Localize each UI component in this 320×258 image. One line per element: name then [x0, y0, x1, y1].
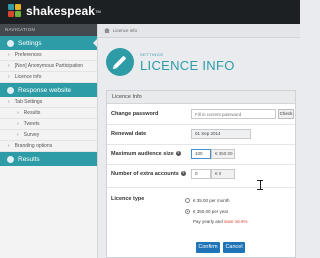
audience-size-label: Maximum audience size? — [111, 151, 181, 157]
option-per-year-label: € 350.00 per year — [193, 209, 229, 214]
active-arrow-icon — [93, 39, 97, 47]
savings-note-text: Pay yearly and — [193, 219, 225, 224]
extra-accounts-price: € 0 — [211, 169, 235, 179]
extra-accounts-label: Number of extra accounts? — [111, 171, 186, 177]
chart-icon — [7, 155, 14, 163]
mouse-cursor-icon — [257, 180, 263, 190]
gear-icon — [7, 39, 14, 47]
top-bar: shakespeak TM — [0, 0, 300, 24]
brand-logo[interactable]: shakespeak TM — [8, 4, 101, 18]
breadcrumb: Licence info — [98, 24, 300, 38]
sidebar-section-label: Response website — [18, 86, 72, 94]
sidebar-item-results[interactable]: › Results — [0, 108, 97, 119]
breadcrumb-current: Licence info — [113, 28, 138, 33]
chevron-right-icon: › — [8, 74, 10, 80]
sidebar-section-label: Settings — [18, 39, 42, 47]
savings-highlight: save 16.6% — [224, 219, 248, 224]
sidebar-item-preferences[interactable]: › Preferences — [0, 50, 97, 61]
pencil-icon — [106, 48, 134, 76]
yearly-savings-note: Pay yearly and save 16.6% — [193, 219, 248, 224]
extra-accounts-label-text: Number of extra accounts — [111, 171, 179, 177]
sidebar-item-label: [Non] Anonymous Participation — [14, 63, 84, 69]
chevron-right-icon: › — [8, 143, 10, 149]
divider — [107, 187, 295, 188]
sidebar-section-label: Results — [18, 155, 40, 163]
sidebar-section-response-website[interactable]: Response website — [0, 83, 97, 97]
change-password-label: Change password — [111, 111, 159, 117]
sidebar-item-label: Survey — [23, 132, 40, 138]
sidebar-item-tab-settings[interactable]: › Tab Settings — [0, 97, 97, 108]
chevron-right-icon: › — [8, 63, 10, 69]
divider — [107, 164, 295, 165]
sidebar-section-results[interactable]: Results — [0, 152, 97, 166]
page-title: LICENCE INFO — [140, 58, 235, 73]
sidebar-item-label: Preferences — [14, 52, 42, 58]
help-icon[interactable]: ? — [180, 171, 186, 177]
panel-title: Licence Info — [107, 91, 295, 104]
chevron-right-icon: › — [17, 132, 19, 138]
sidebar-item-label: Licence info — [14, 74, 42, 80]
sidebar-item-label: Tab Settings — [14, 99, 43, 105]
check-password-button[interactable]: Check — [278, 109, 294, 119]
sidebar-item-label: Branding options — [14, 143, 53, 149]
option-per-month-label: € 35.00 per month — [193, 198, 230, 203]
licence-info-panel: Licence Info Change password Check Renew… — [106, 90, 296, 258]
chevron-right-icon: › — [17, 110, 19, 116]
divider — [107, 144, 295, 145]
renewal-date-label: Renewal date — [111, 131, 147, 137]
licence-type-label: Licence type — [111, 196, 145, 202]
sidebar-item-survey[interactable]: › Survey — [0, 130, 97, 141]
sidebar-section-settings[interactable]: Settings — [0, 36, 97, 50]
brand-name: shakespeak — [26, 4, 96, 18]
sidebar-item-tweets[interactable]: › Tweets — [0, 119, 97, 130]
sidebar-item-anonymous-participation[interactable]: › [Non] Anonymous Participation — [0, 61, 97, 72]
divider — [107, 124, 295, 125]
logo-icon — [8, 4, 22, 18]
chevron-right-icon: › — [17, 121, 19, 127]
brand-trademark: TM — [95, 8, 101, 14]
chevron-right-icon: › — [8, 52, 10, 58]
sidebar-item-licence-info[interactable]: › Licence info — [0, 72, 97, 83]
radio-per-year[interactable] — [185, 209, 190, 214]
chevron-down-icon: › — [8, 99, 10, 105]
sidebar: NAVIGATION Settings › Preferences › [Non… — [0, 24, 98, 258]
current-password-input[interactable] — [191, 109, 276, 119]
globe-icon — [7, 86, 14, 94]
extra-accounts-input[interactable]: 0 — [191, 169, 211, 179]
cancel-button[interactable]: Cancel — [223, 242, 245, 253]
audience-price: € 350.00 — [211, 149, 235, 159]
help-icon[interactable]: ? — [175, 151, 181, 157]
sidebar-header: NAVIGATION — [0, 24, 97, 36]
page-header: SETTINGS LICENCE INFO — [98, 38, 300, 90]
sidebar-item-label: Results — [23, 110, 41, 116]
renewal-date-field: 01 Sep 2014 — [191, 129, 251, 139]
audience-size-input[interactable]: 100 — [191, 149, 211, 159]
confirm-button[interactable]: Confirm — [196, 242, 220, 253]
sidebar-item-branding-options[interactable]: › Branding options — [0, 141, 97, 152]
home-icon[interactable] — [104, 28, 110, 33]
page-section-label: SETTINGS — [140, 52, 164, 57]
radio-per-month[interactable] — [185, 198, 190, 203]
sidebar-item-label: Tweets — [23, 121, 40, 127]
audience-size-label-text: Maximum audience size — [111, 151, 174, 157]
